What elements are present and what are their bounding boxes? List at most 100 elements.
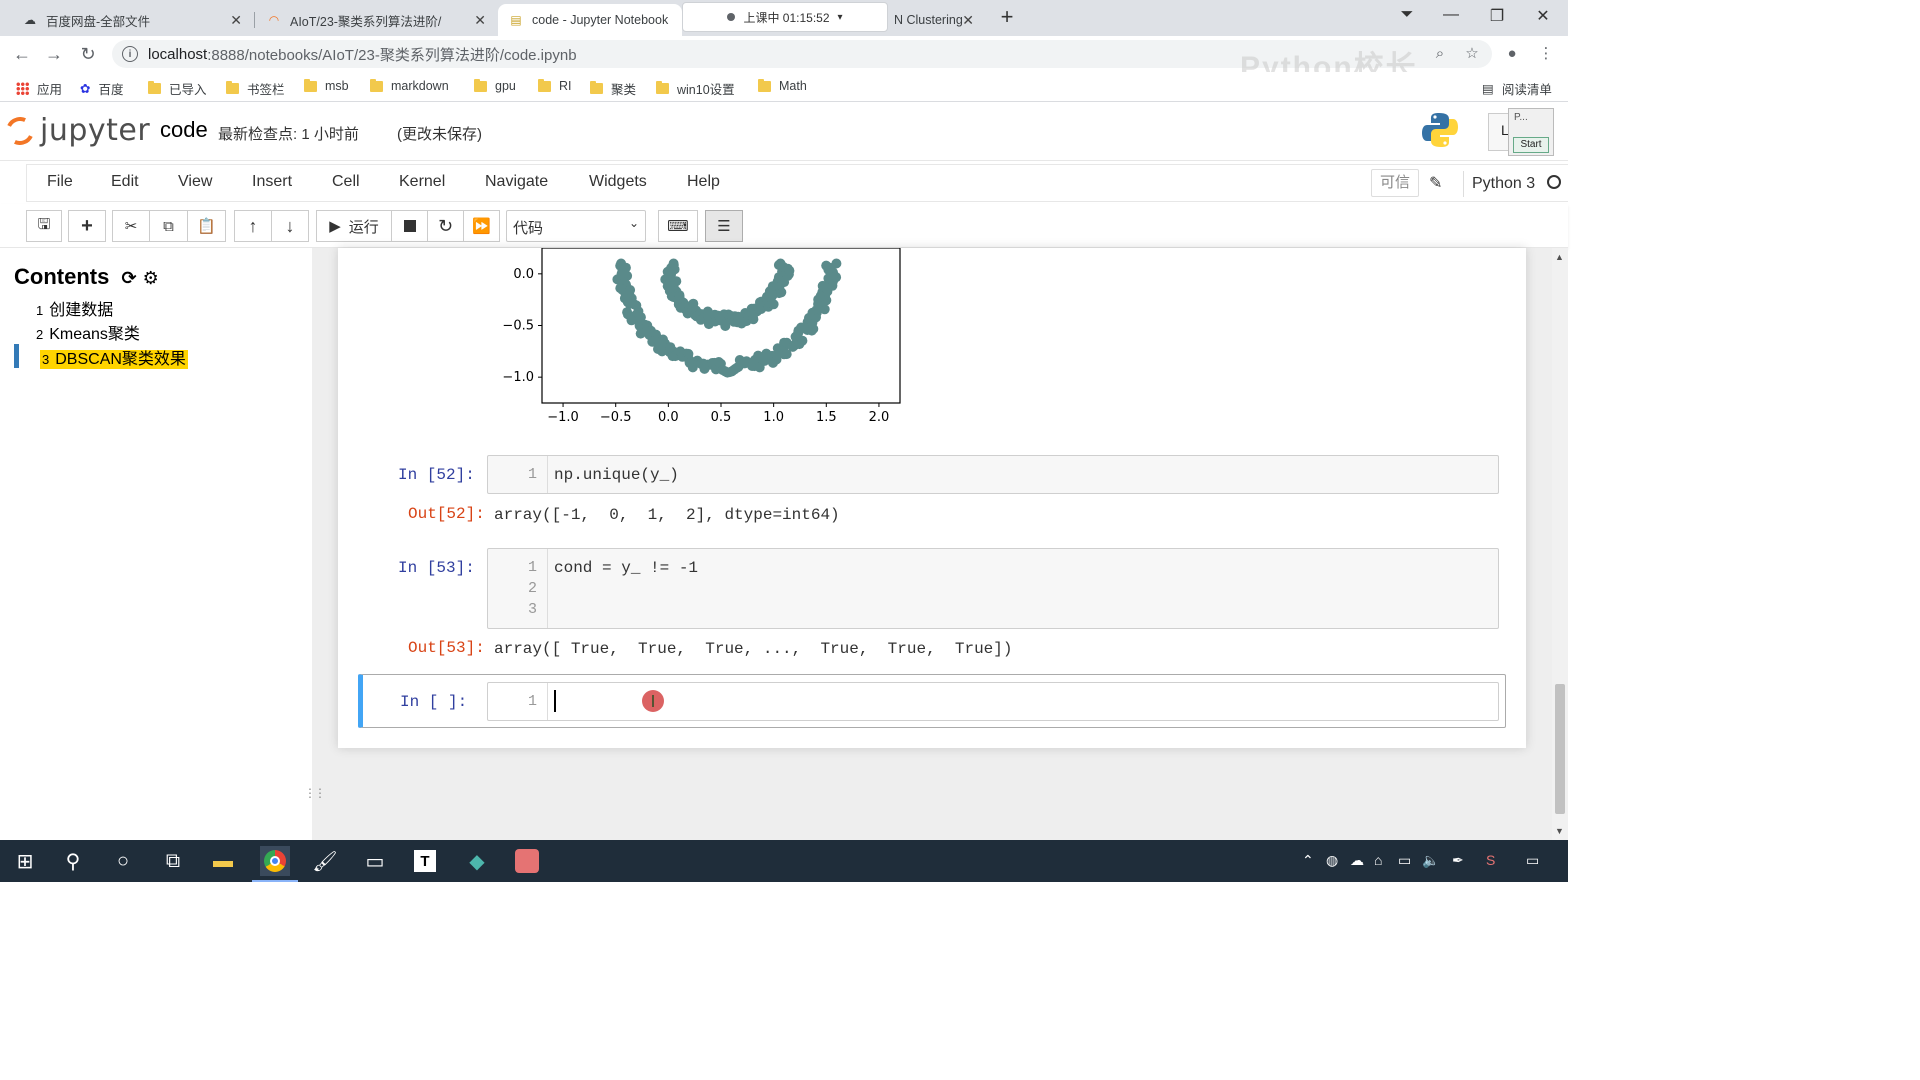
copy-button[interactable]: ⧉ [149,210,188,242]
toc-toggle-button[interactable]: ☰ [705,210,743,242]
restart-button[interactable]: ↻ [427,210,464,242]
refresh-icon[interactable]: ⟳ [121,268,136,288]
save-button[interactable]: 🖫 [26,210,62,242]
profile-icon[interactable]: ● [1500,42,1524,66]
vertical-scrollbar[interactable]: ▲ ▼ [1552,248,1568,840]
site-info-icon[interactable]: i [122,46,138,62]
cortana-icon[interactable]: ○ [108,846,138,876]
pencil-icon[interactable]: ✎ [1429,173,1442,193]
reading-list[interactable]: ▤ 阅读清单 [1482,79,1552,98]
tray-expand-icon[interactable]: ⌃ [1302,852,1314,869]
start-button[interactable]: Start [1513,137,1549,153]
toc-item-kmeans[interactable]: 2 Kmeans聚类 [36,320,140,344]
forward-arrow-icon[interactable]: → [42,42,66,66]
trusted-badge[interactable]: 可信 [1371,169,1420,197]
terminal-icon[interactable]: ▭ [360,846,390,876]
code-cell-input[interactable]: 1 np.unique(y_) [487,455,1499,494]
bookmark-baidu[interactable]: ✿ 百度 [80,79,124,98]
run-button[interactable]: ▶ 运行 [316,210,392,242]
cut-button[interactable]: ✂ [112,210,150,242]
menu-kernel[interactable]: Kernel [399,173,445,191]
chrome-icon[interactable] [252,846,298,882]
menu-navigate[interactable]: Navigate [485,173,548,191]
menu-view[interactable]: View [178,173,212,191]
y-tick-label: −1.0 [502,370,534,385]
tab-code-notebook[interactable]: ▤ code - Jupyter Notebook [498,4,682,36]
gear-icon[interactable]: ⚙ [143,268,159,288]
notebook-title[interactable]: code [160,117,208,143]
bookmark-clustering[interactable]: 聚类 [590,79,636,98]
paste-button[interactable]: 📋 [187,210,226,242]
cell-type-select[interactable]: 代码 ⌄ [506,210,646,242]
back-arrow-icon[interactable]: ← [10,42,34,66]
file-explorer-icon[interactable]: ▬ [208,846,238,876]
kernel-name[interactable]: Python 3 [1463,171,1535,197]
close-icon[interactable]: ✕ [962,12,974,29]
close-icon[interactable]: ✕ [230,12,242,29]
tab-search-icon[interactable]: ⏷ [1392,6,1422,24]
menu-edit[interactable]: Edit [111,173,139,191]
tray-app-icon[interactable]: ◍ [1326,852,1338,869]
pen-icon[interactable]: ✒ [1452,852,1464,869]
code-cell-input[interactable]: 1 2 3 cond = y_ != -1 [487,548,1499,629]
menu-insert[interactable]: Insert [252,173,292,191]
recorder-app-icon[interactable] [512,846,542,876]
bookmark-win10[interactable]: win10设置 [656,79,735,98]
volume-icon[interactable]: 🔈 [1422,852,1439,869]
tab-aiot-folder[interactable]: ◠ AIoT/23-聚类系列算法进阶/ ✕ [256,4,496,36]
sidebar-resize-handle[interactable]: ⋮⋮ [304,786,326,800]
network-icon[interactable]: ▭ [1398,852,1411,869]
windows-start-icon[interactable]: ⊞ [10,846,40,876]
toc-item-dbscan[interactable]: 3 DBSCAN聚类效果 [40,345,188,369]
bookmark-markdown[interactable]: markdown [370,78,449,93]
bookmark-ri[interactable]: RI [538,78,572,93]
star-icon[interactable]: ☆ [1460,42,1484,66]
notification-icon[interactable]: ▭ [1526,852,1539,869]
bookmark-bookmarks-bar[interactable]: 书签栏 [226,79,285,98]
paint-app-icon[interactable]: 🖌 [310,846,340,876]
scroll-up-icon[interactable]: ▲ [1555,252,1564,262]
notebook-toolbar: 🖫 + ✂ ⧉ 📋 ↑ ↓ ▶ 运行 ↻ ⏩ 代码 ⌄ ⌨ ☰ [0,204,1568,248]
tray-device-icon[interactable]: ⌂ [1374,852,1382,868]
move-down-button[interactable]: ↓ [271,210,309,242]
task-view-icon[interactable]: ⧉ [158,846,188,876]
interrupt-button[interactable] [391,210,428,242]
reload-icon[interactable]: ↻ [76,42,100,66]
menu-file[interactable]: File [47,173,73,191]
command-palette-button[interactable]: ⌨ [658,210,698,242]
bookmark-imported[interactable]: 已导入 [148,79,207,98]
menu-cell[interactable]: Cell [332,173,360,191]
tab-clustering[interactable]: N Clustering ✕ [884,4,984,36]
menu-help[interactable]: Help [687,173,720,191]
search-icon[interactable]: ⚲ [58,846,88,876]
toc-item-create-data[interactable]: 1 创建数据 [36,296,113,320]
bookmark-math[interactable]: Math [758,78,807,93]
tab-baidu-netdisk[interactable]: ☁ 百度网盘-全部文件 ✕ [12,4,252,36]
more-menu-icon[interactable]: ⋮ [1534,42,1558,66]
maximize-icon[interactable]: ❐ [1482,6,1512,26]
typora-icon[interactable]: T [410,846,440,876]
code-cell-input-active[interactable]: 1 [487,682,1499,721]
app-diamond-icon[interactable]: ◆ [462,846,492,876]
arrow-down-icon: ↓ [285,215,295,236]
window-close-icon[interactable]: ✕ [1528,6,1558,26]
kernel-idle-indicator [1547,175,1561,189]
close-icon[interactable]: ✕ [474,12,486,29]
ime-icon[interactable]: S [1486,852,1495,868]
insert-cell-button[interactable]: + [68,210,106,242]
menu-widgets[interactable]: Widgets [589,173,647,191]
toc-item-number: 3 [42,352,50,367]
recording-indicator[interactable]: 上课中 01:15:52 ▾ [682,2,888,32]
onedrive-icon[interactable]: ☁ [1350,852,1364,869]
new-tab-button[interactable]: + [992,4,1022,30]
zoom-icon[interactable]: ⌕ [1428,42,1452,66]
scrollbar-thumb[interactable] [1555,684,1565,814]
minimize-icon[interactable]: — [1436,6,1466,24]
restart-run-all-button[interactable]: ⏩ [463,210,500,242]
move-up-button[interactable]: ↑ [234,210,272,242]
bookmark-gpu[interactable]: gpu [474,78,516,93]
jupyter-logo[interactable]: jupyter [2,112,150,149]
bookmark-msb[interactable]: msb [304,78,349,93]
scroll-down-icon[interactable]: ▼ [1555,826,1564,836]
bookmark-apps[interactable]: 应用 [16,79,62,98]
